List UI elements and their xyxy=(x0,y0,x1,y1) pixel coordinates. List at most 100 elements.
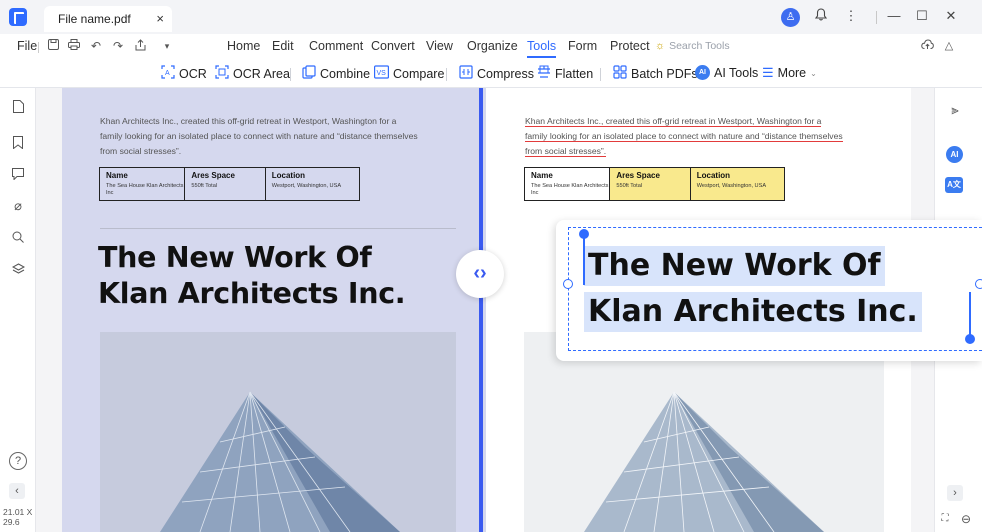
more-tools-button[interactable]: ☰ More ⌄ xyxy=(762,65,817,81)
bookmark-icon[interactable] xyxy=(9,136,27,152)
share-icon[interactable] xyxy=(133,39,147,54)
selection-end-caret[interactable] xyxy=(969,292,971,336)
intro-line-underlined: from social stresses”. xyxy=(525,146,607,157)
window-controls-divider xyxy=(876,11,877,24)
section-divider xyxy=(100,228,456,229)
expand-sidebar-icon[interactable]: › xyxy=(947,485,963,501)
compare-label: Compare xyxy=(393,66,445,81)
menu-form[interactable]: Form xyxy=(568,39,597,53)
compress-icon xyxy=(459,65,473,82)
save-icon[interactable] xyxy=(46,39,60,53)
close-window-button[interactable]: ✕ xyxy=(942,8,960,24)
selection-resize-handle-left[interactable] xyxy=(563,279,573,289)
compress-label: Compress xyxy=(477,66,534,81)
building-photo-original xyxy=(100,332,456,532)
batch-pdfs-button[interactable]: Batch PDFs xyxy=(613,65,698,82)
menu-view[interactable]: View xyxy=(426,39,453,53)
selected-text-line[interactable]: Klan Architects Inc. xyxy=(584,292,922,332)
menu-convert[interactable]: Convert xyxy=(371,39,415,53)
toolbar-divider xyxy=(290,68,291,81)
ai-tools-icon: AI xyxy=(695,65,710,80)
menu-protect[interactable]: Protect xyxy=(610,39,650,53)
combine-button[interactable]: Combine xyxy=(302,65,370,82)
combine-label: Combine xyxy=(320,66,371,81)
intro-line-underlined: Khan Architects Inc., created this off-g… xyxy=(525,116,822,127)
menu-tools[interactable]: Tools xyxy=(527,39,557,58)
spec-value: Westport, Washington, USA xyxy=(696,183,767,189)
notification-bell-icon[interactable] xyxy=(812,8,830,24)
more-label: More xyxy=(777,66,807,80)
print-icon[interactable] xyxy=(67,39,81,53)
layers-icon[interactable] xyxy=(9,263,27,278)
more-options-icon[interactable]: ⋮ xyxy=(842,8,860,24)
translate-icon[interactable]: A文 xyxy=(945,177,963,193)
help-icon[interactable]: ? xyxy=(9,452,27,470)
compare-button[interactable]: VS Compare xyxy=(374,65,444,82)
spec-header: Name xyxy=(106,171,128,180)
spec-col-location: Location Westport, Washington, USA xyxy=(266,168,359,200)
chevron-down-icon: ⌄ xyxy=(810,68,817,78)
ocr-area-button[interactable]: OCR Area xyxy=(215,65,290,82)
search-tools-placeholder: Search Tools xyxy=(669,40,730,52)
selection-end-handle[interactable] xyxy=(965,334,975,344)
spec-header: Location xyxy=(271,171,306,180)
compare-divider[interactable] xyxy=(479,88,483,532)
selection-start-caret[interactable] xyxy=(583,233,585,285)
undo-icon[interactable]: ↶ xyxy=(89,39,103,53)
properties-icon[interactable]: ⫸ xyxy=(945,102,965,118)
ocr-button[interactable]: A OCR xyxy=(161,65,207,82)
spec-header: Name xyxy=(531,171,553,180)
flatten-icon xyxy=(537,65,551,82)
maximize-button[interactable]: ☐ xyxy=(913,8,931,24)
menu-comment[interactable]: Comment xyxy=(309,39,363,53)
search-tools-field[interactable]: ☼ Search Tools xyxy=(655,40,730,52)
spec-value: The Sea House Klan Architects Inc xyxy=(106,183,184,196)
compare-icon: VS xyxy=(374,65,390,82)
combine-icon xyxy=(302,65,316,82)
menu-edit[interactable]: Edit xyxy=(272,39,294,53)
batch-pdfs-icon xyxy=(613,65,627,82)
document-tab[interactable]: File name.pdf × xyxy=(44,6,172,32)
ocr-area-label: OCR Area xyxy=(233,66,290,81)
collapse-ribbon-icon[interactable]: △ xyxy=(942,39,956,52)
menu-divider xyxy=(38,42,39,53)
compress-button[interactable]: Compress xyxy=(459,65,534,82)
title-bar: File name.pdf × ♙ ⋮ — ☐ ✕ xyxy=(0,0,982,34)
spec-col-area: Ares Space 550ft Total xyxy=(610,168,691,200)
menu-home[interactable]: Home xyxy=(227,39,260,53)
close-tab-icon[interactable]: × xyxy=(156,11,164,26)
spec-value: 550ft Total xyxy=(616,183,643,189)
zoom-out-icon[interactable]: ⊖ xyxy=(956,512,976,526)
intro-paragraph-original: Khan Architects Inc., created this off-g… xyxy=(100,114,460,159)
quick-access-dropdown-icon[interactable]: ▾ xyxy=(160,41,174,52)
selection-resize-handle-right[interactable] xyxy=(975,279,982,289)
spec-value: The Sea House Klan Architects Inc xyxy=(531,183,609,196)
svg-text:A: A xyxy=(165,70,170,77)
attachment-icon[interactable]: ⌀ xyxy=(9,198,27,214)
lightbulb-icon: ☼ xyxy=(655,40,666,52)
flatten-label: Flatten xyxy=(555,66,594,81)
page-thumbnail-icon[interactable] xyxy=(9,100,27,116)
spec-col-area: Ares Space 550ft Total xyxy=(185,168,266,200)
collapse-sidebar-icon[interactable]: ‹ xyxy=(9,483,25,499)
app-logo-icon[interactable] xyxy=(9,8,27,26)
selected-text-line[interactable]: The New Work Of xyxy=(584,246,885,286)
selection-start-handle[interactable] xyxy=(579,229,589,239)
menu-organize[interactable]: Organize xyxy=(467,39,518,53)
fit-page-icon[interactable]: ⛶ xyxy=(935,513,955,524)
menu-bar: File ↶ ↷ ▾ Home Edit Comment Convert Vie… xyxy=(0,34,982,60)
cloud-upload-icon[interactable] xyxy=(920,39,934,53)
flatten-button[interactable]: Flatten xyxy=(537,65,593,82)
user-avatar[interactable]: ♙ xyxy=(781,8,800,27)
intro-paragraph-converted: Khan Architects Inc., created this off-g… xyxy=(525,114,885,159)
redo-icon[interactable]: ↷ xyxy=(111,39,125,53)
compare-slider-handle[interactable]: ‹› xyxy=(456,250,504,298)
ai-tools-button[interactable]: AI AI Tools xyxy=(695,65,758,80)
search-icon[interactable] xyxy=(9,231,27,246)
spec-header: Location xyxy=(696,171,731,180)
ai-assistant-icon[interactable]: AI xyxy=(946,146,963,163)
headline-line: The New Work Of xyxy=(98,241,372,274)
comment-icon[interactable] xyxy=(9,168,27,183)
file-menu[interactable]: File xyxy=(17,39,37,53)
minimize-button[interactable]: — xyxy=(885,8,903,23)
